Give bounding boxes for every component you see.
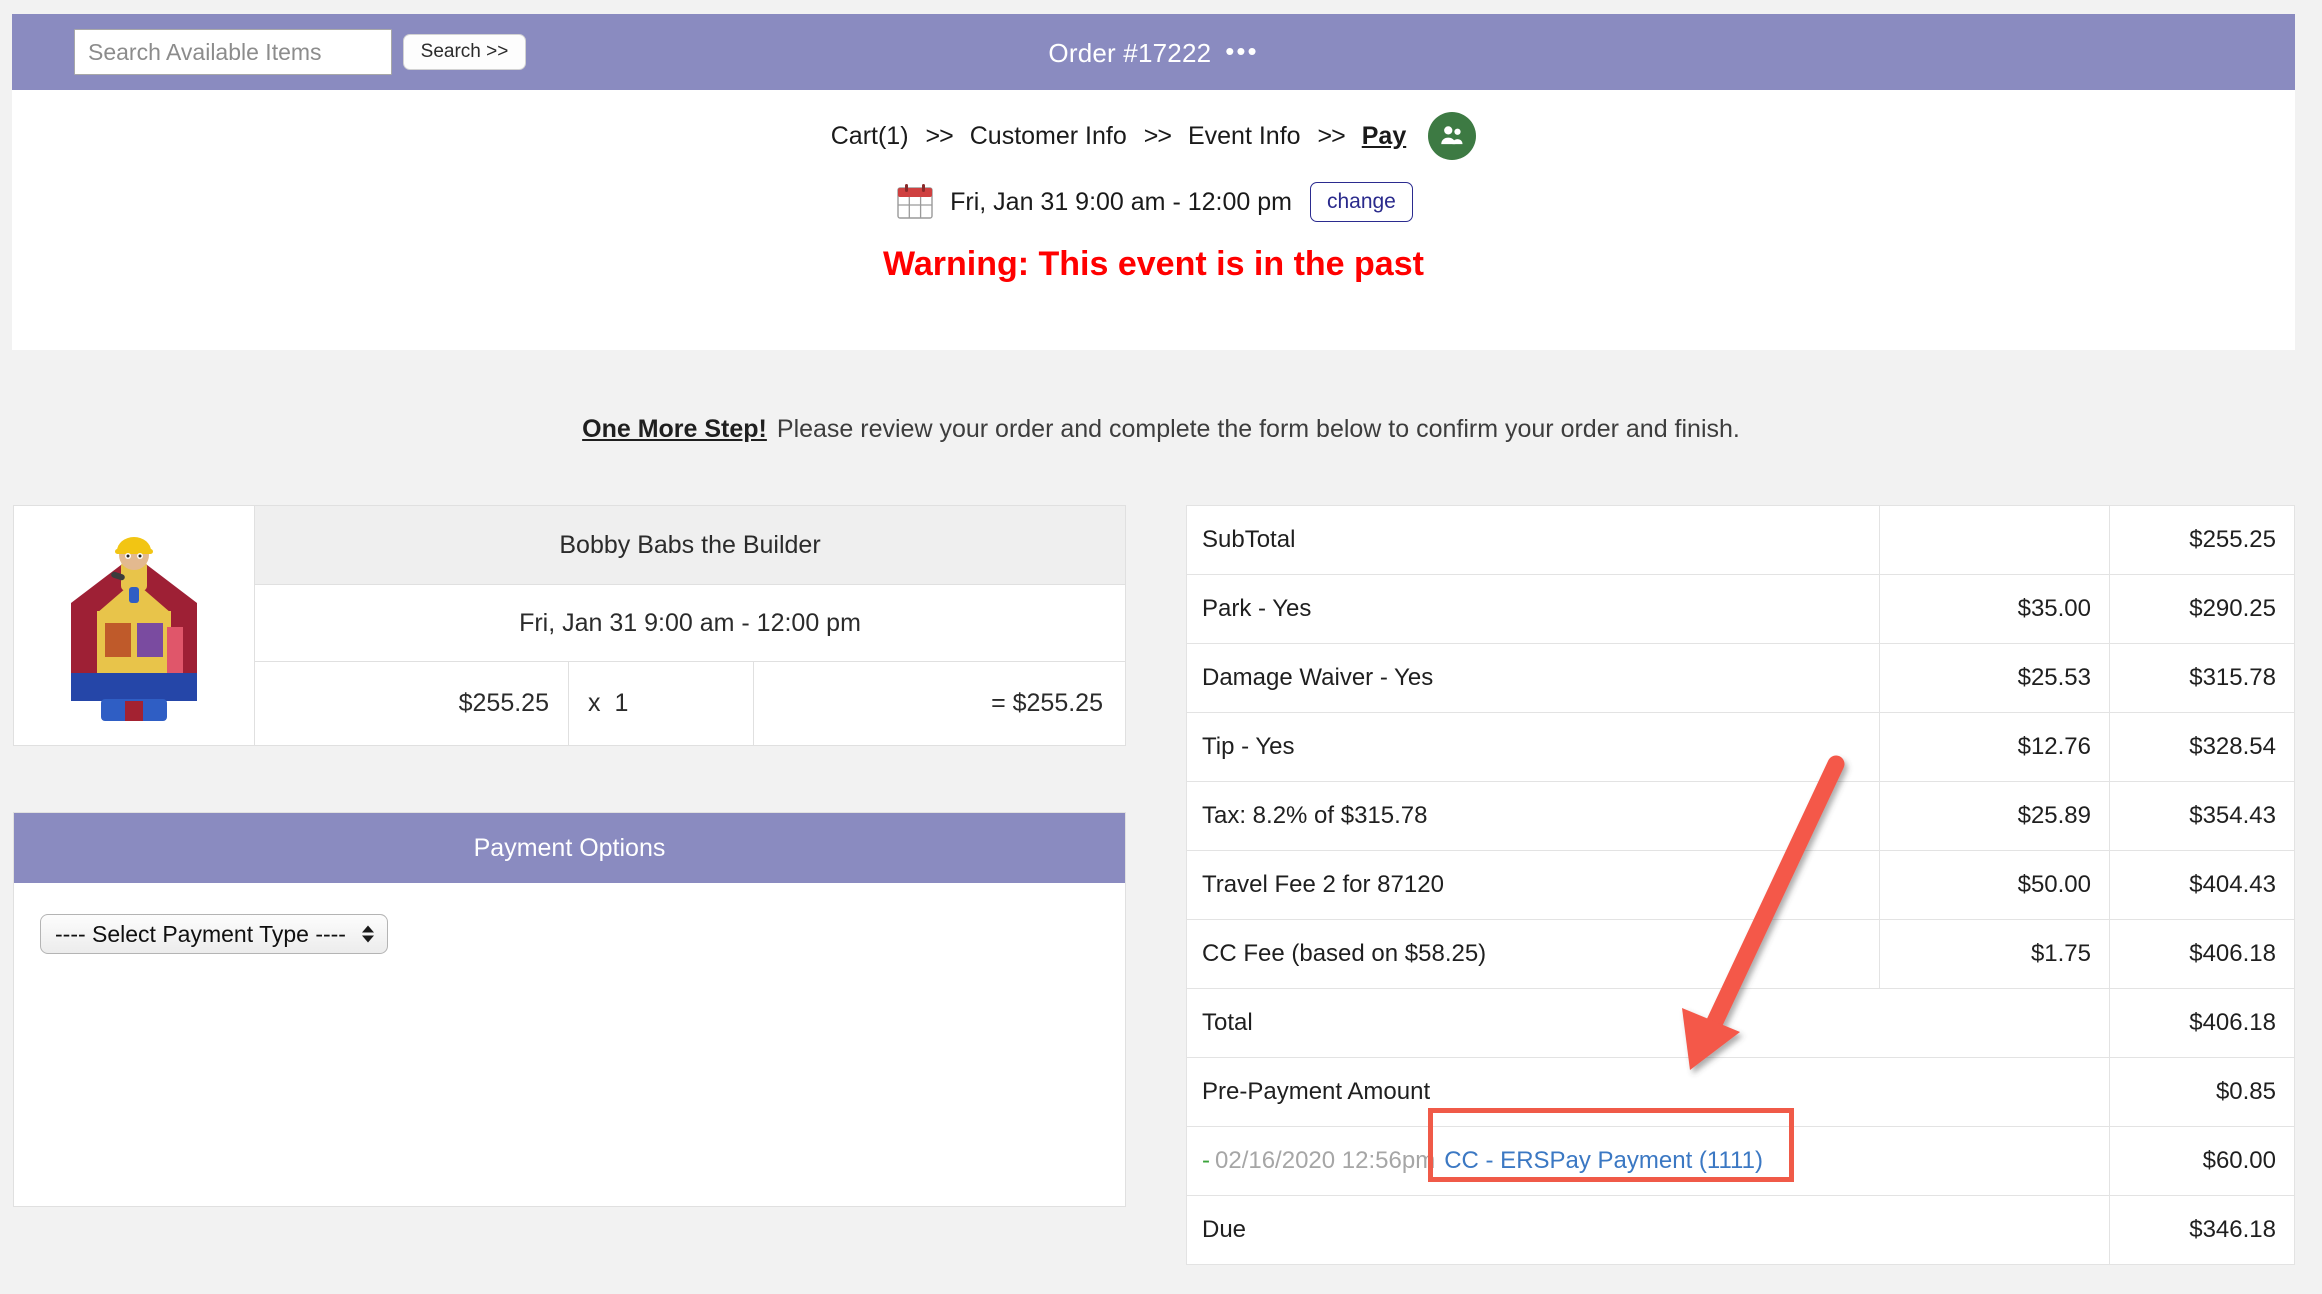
order-item-unit-price: $255.25	[255, 662, 569, 745]
summary-label: Total	[1202, 1009, 1253, 1036]
breadcrumb-separator: >>	[1317, 121, 1346, 150]
event-datetime-row: Fri, Jan 31 9:00 am - 12:00 pm change	[12, 182, 2295, 222]
bounce-house-image	[14, 506, 255, 745]
order-title: Order #17222	[1048, 37, 1212, 68]
order-item-line-total: = $255.25	[991, 689, 1103, 717]
summary-running-total: $328.54	[2109, 713, 2294, 781]
summary-amount	[1879, 989, 2109, 1057]
breadcrumb-step-event-info[interactable]: Event Info	[1188, 122, 1301, 151]
summary-label: Damage Waiver - Yes	[1202, 664, 1434, 691]
table-row: Tax: 8.2% of $315.78 $25.89 $354.43	[1187, 782, 2294, 851]
order-more-menu-icon[interactable]: •••	[1225, 36, 1258, 67]
summary-amount: $1.75	[1879, 920, 2109, 988]
summary-amount: $35.00	[1879, 575, 2109, 643]
table-row-due: Due $346.18	[1187, 1196, 2294, 1264]
table-row-prepayment: Pre-Payment Amount $0.85	[1187, 1058, 2294, 1127]
summary-running-total: $290.25	[2109, 575, 2294, 643]
one-more-step-notice: One More Step! Please review your order a…	[0, 415, 2322, 444]
payment-status-dash: -	[1202, 1147, 1210, 1174]
breadcrumb-step-cart[interactable]: Cart(1)	[831, 122, 909, 151]
summary-running-total: $406.18	[2109, 920, 2294, 988]
summary-amount	[1879, 1196, 2109, 1264]
table-row-payment: - 02/16/2020 12:56pm CC - ERSPay Payment…	[1187, 1127, 2294, 1196]
summary-label: SubTotal	[1202, 526, 1296, 553]
payment-type-select-wrapper: ---- Select Payment Type ----	[40, 914, 388, 954]
event-datetime-text: Fri, Jan 31 9:00 am - 12:00 pm	[950, 187, 1292, 216]
summary-amount: $25.89	[1879, 782, 2109, 850]
order-item-datetime: Fri, Jan 31 9:00 am - 12:00 pm	[255, 585, 1125, 662]
hero-panel: Cart(1) >> Customer Info >> Event Info >…	[12, 90, 2295, 350]
past-event-warning: Warning: This event is in the past	[883, 245, 1424, 283]
quantity-value: 1	[614, 689, 629, 717]
summary-running-total: $315.78	[2109, 644, 2294, 712]
payment-type-select[interactable]: ---- Select Payment Type ----	[40, 914, 388, 954]
summary-label: Park - Yes	[1202, 595, 1312, 622]
table-row: SubTotal $255.25	[1187, 506, 2294, 575]
calendar-icon	[894, 182, 936, 222]
table-row: CC Fee (based on $58.25) $1.75 $406.18	[1187, 920, 2294, 989]
breadcrumb-separator: >>	[1143, 121, 1172, 150]
order-item-pricing: $255.25 x 1 = $255.25	[255, 662, 1125, 745]
summary-amount	[1879, 506, 2109, 574]
table-row: Park - Yes $35.00 $290.25	[1187, 575, 2294, 644]
summary-running-total: $255.25	[2109, 506, 2294, 574]
table-row: Damage Waiver - Yes $25.53 $315.78	[1187, 644, 2294, 713]
summary-label: CC Fee (based on $58.25)	[1202, 940, 1487, 967]
payment-timestamp: 02/16/2020 12:56pm	[1215, 1147, 1436, 1174]
order-item-details: Bobby Babs the Builder Fri, Jan 31 9:00 …	[255, 506, 1125, 745]
summary-label: Travel Fee 2 for 87120	[1202, 871, 1444, 898]
order-pay-page: Search >> Order #17222••• Cart(1) >> Cus…	[0, 0, 2322, 1294]
payment-options-body: ---- Select Payment Type ----	[14, 883, 1125, 985]
payment-options-panel: Payment Options ---- Select Payment Type…	[13, 812, 1126, 1207]
summary-label: Tip - Yes	[1202, 733, 1295, 760]
summary-label: Pre-Payment Amount	[1202, 1078, 1431, 1105]
payment-link[interactable]: CC - ERSPay Payment (1111)	[1444, 1147, 1763, 1175]
breadcrumb-step-customer-info[interactable]: Customer Info	[970, 122, 1127, 151]
summary-running-total: $0.85	[2109, 1058, 2294, 1126]
order-item-card: Bobby Babs the Builder Fri, Jan 31 9:00 …	[13, 505, 1126, 746]
users-icon[interactable]	[1428, 112, 1477, 160]
breadcrumb: Cart(1) >> Customer Info >> Event Info >…	[12, 112, 2295, 160]
table-row: Tip - Yes $12.76 $328.54	[1187, 713, 2294, 782]
summary-running-total: $354.43	[2109, 782, 2294, 850]
summary-amount: $50.00	[1879, 851, 2109, 919]
payment-amount: $60.00	[2109, 1127, 2294, 1195]
breadcrumb-step-pay[interactable]: Pay	[1362, 122, 1406, 151]
summary-running-total: $346.18	[2109, 1196, 2294, 1264]
change-date-button[interactable]: change	[1309, 182, 1413, 222]
summary-running-total: $404.43	[2109, 851, 2294, 919]
order-title-group: Order #17222 •••	[12, 36, 2295, 69]
order-item-quantity: x 1	[569, 662, 754, 745]
quantity-multiplier: x	[588, 689, 601, 717]
payment-options-title: Payment Options	[14, 813, 1125, 883]
summary-amount	[1879, 1127, 2109, 1195]
top-bar: Search >> Order #17222•••	[12, 14, 2295, 90]
order-summary-table: SubTotal $255.25 Park - Yes $35.00 $290.…	[1186, 505, 2295, 1265]
one-more-step-heading: One More Step!	[582, 415, 767, 443]
summary-amount: $25.53	[1879, 644, 2109, 712]
breadcrumb-separator: >>	[925, 121, 954, 150]
summary-amount: $12.76	[1879, 713, 2109, 781]
order-item-name: Bobby Babs the Builder	[255, 506, 1125, 585]
summary-running-total: $406.18	[2109, 989, 2294, 1057]
table-row-total: Total $406.18	[1187, 989, 2294, 1058]
payment-entry: - 02/16/2020 12:56pm CC - ERSPay Payment…	[1187, 1127, 1879, 1195]
table-row: Travel Fee 2 for 87120 $50.00 $404.43	[1187, 851, 2294, 920]
summary-label: Due	[1202, 1216, 1247, 1243]
summary-label: Tax: 8.2% of $315.78	[1202, 802, 1428, 829]
summary-amount	[1879, 1058, 2109, 1126]
one-more-step-body: Please review your order and complete th…	[776, 415, 1740, 443]
